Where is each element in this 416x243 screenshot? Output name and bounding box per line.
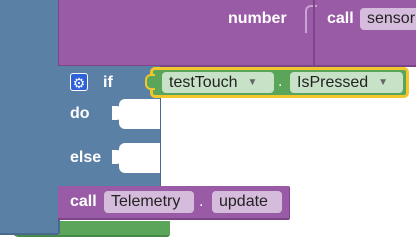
gear-icon[interactable]: ⚙ [70,73,88,91]
telemetry-object-text: Telemetry [111,193,181,210]
top-call-block[interactable]: number call sensor [58,0,416,67]
condition-separator: . [278,73,283,90]
dropdown-arrow-icon: ▼ [378,77,389,88]
telemetry-call-keyword: call [70,193,97,210]
sensor-field-text: sensor [367,10,416,27]
dropdown-arrow-icon: ▼ [247,77,258,88]
do-socket-notch [112,106,122,120]
else-label: else [70,149,102,166]
param-input-socket[interactable] [305,5,317,33]
object-dropdown-testtouch[interactable]: testTouch ▼ [162,72,274,93]
telemetry-separator: . [199,193,204,210]
object-dropdown-text: testTouch [169,73,238,91]
do-label: do [70,105,90,122]
telemetry-object-field[interactable]: Telemetry [104,191,194,213]
telemetry-method-field[interactable]: update [212,191,282,213]
else-socket-notch [112,150,122,164]
param-input-divider [313,0,315,65]
property-dropdown-ispressed[interactable]: IsPressed ▼ [290,72,403,93]
call-keyword: call [327,10,354,27]
if-label: if [103,74,113,91]
condition-puzzle-tab [145,74,155,90]
sensor-field[interactable]: sensor [360,8,416,30]
param-label-number: number [228,10,287,27]
loop-block[interactable] [0,0,60,234]
telemetry-method-text: update [219,193,268,210]
do-statement-socket[interactable] [119,99,160,129]
else-statement-socket[interactable] [119,143,160,173]
telemetry-call-block[interactable]: call Telemetry . update [58,186,290,220]
property-dropdown-text: IsPressed [297,73,369,91]
loop-block-footer[interactable] [0,213,58,235]
